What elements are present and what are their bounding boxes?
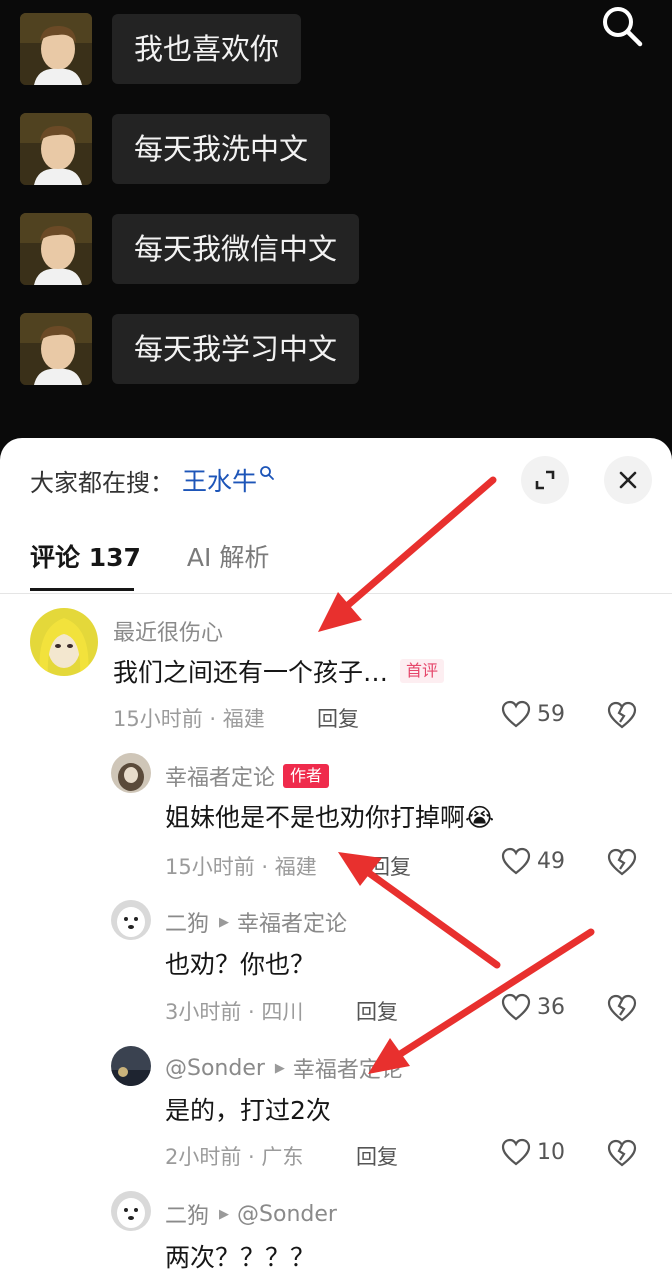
chat-bubble: 每天我学习中文	[112, 314, 360, 384]
like-button[interactable]: 36	[501, 993, 565, 1021]
avatar[interactable]	[111, 900, 151, 940]
broken-heart-icon[interactable]	[607, 1138, 637, 1168]
tab-comments[interactable]: 评论 137	[30, 538, 141, 578]
divider	[0, 593, 672, 594]
close-icon	[619, 471, 637, 489]
like-button[interactable]: 59	[501, 700, 565, 728]
expand-button[interactable]	[521, 456, 569, 504]
close-button[interactable]	[604, 456, 652, 504]
broken-heart-icon[interactable]	[607, 847, 637, 877]
avatar[interactable]	[30, 608, 98, 676]
broken-heart-icon[interactable]	[607, 993, 637, 1023]
comment-tabs: 评论 137 AI 解析	[30, 538, 315, 578]
broken-heart-icon[interactable]	[607, 700, 637, 730]
hot-search[interactable]: 大家都在搜： 王水牛	[30, 458, 275, 502]
reply-button[interactable]: 回复	[356, 1141, 398, 1171]
avatar	[20, 213, 92, 285]
chat-bubble: 我也喜欢你	[112, 14, 302, 84]
triangle-arrow-icon: ▶	[219, 914, 230, 930]
reply-button[interactable]: 回复	[369, 851, 411, 881]
author-name[interactable]: 二狗	[165, 1198, 209, 1230]
comment-text: 姐妹他是不是也劝你打掉啊😭	[165, 803, 495, 832]
author-name[interactable]: @Sonder	[165, 1056, 265, 1081]
expand-icon	[535, 470, 555, 490]
comment-text: 是的，打过2次	[165, 1096, 331, 1125]
heart-icon	[501, 700, 531, 728]
avatar[interactable]	[111, 1046, 151, 1086]
comment-meta: 2小时前 · 广东	[165, 1145, 304, 1169]
search-button[interactable]	[598, 2, 646, 50]
reply-button[interactable]: 回复	[356, 996, 398, 1026]
like-count: 10	[537, 1139, 565, 1165]
chat-bubble: 每天我洗中文	[112, 114, 331, 184]
reply-button[interactable]: 回复	[317, 703, 359, 733]
comment-author: @Sonder ▶ 幸福者定论	[165, 1052, 403, 1084]
chat-bubble: 每天我微信中文	[112, 214, 360, 284]
comment-text: 也劝？你也？	[165, 950, 316, 979]
triangle-arrow-icon: ▶	[274, 1060, 285, 1076]
like-button[interactable]: 10	[501, 1138, 565, 1166]
comment-text-body: 我们之间还有一个孩子…	[113, 658, 389, 687]
reply-to-name[interactable]: @Sonder	[237, 1202, 337, 1227]
comment-author: 二狗 ▶ 幸福者定论	[165, 906, 347, 938]
chat-message: 我也喜欢你	[20, 13, 302, 85]
author-name[interactable]: 二狗	[165, 906, 209, 938]
comment-meta: 15小时前 · 福建	[165, 855, 317, 879]
comment-author: 二狗 ▶ @Sonder	[165, 1198, 337, 1230]
hot-search-term[interactable]: 王水牛	[182, 462, 257, 498]
triangle-arrow-icon: ▶	[219, 1206, 230, 1222]
video-area[interactable]: 我也喜欢你 每天我洗中文 每天我微信中文 每天我学习中文	[0, 0, 672, 440]
author-badge: 作者	[283, 764, 330, 788]
tab-underline	[30, 588, 134, 591]
like-count: 59	[537, 701, 565, 727]
comment-meta: 15小时前 · 福建	[113, 707, 265, 731]
avatar[interactable]	[111, 1191, 151, 1231]
avatar	[20, 13, 92, 85]
comment-meta: 3小时前 · 四川	[165, 1000, 304, 1024]
like-count: 36	[537, 994, 565, 1020]
chat-message: 每天我学习中文	[20, 313, 360, 385]
reply-to-name[interactable]: 幸福者定论	[237, 906, 347, 938]
like-count: 49	[537, 848, 565, 874]
avatar	[20, 313, 92, 385]
comment-text: 两次？？？？	[165, 1243, 316, 1272]
reply-to-name[interactable]: 幸福者定论	[293, 1052, 403, 1084]
like-button[interactable]: 49	[501, 847, 565, 875]
comment-text: 我们之间还有一个孩子… 首评	[113, 653, 445, 689]
first-comment-badge: 首评	[400, 659, 445, 683]
chat-message: 每天我洗中文	[20, 113, 331, 185]
search-icon	[603, 7, 643, 47]
comment-author[interactable]: 最近很伤心	[113, 615, 223, 647]
comment-author: 幸福者定论 作者	[165, 760, 330, 792]
chat-message: 每天我微信中文	[20, 213, 360, 285]
avatar	[20, 113, 92, 185]
heart-icon	[501, 1138, 531, 1166]
author-name[interactable]: 幸福者定论	[165, 760, 275, 792]
avatar[interactable]	[111, 753, 151, 793]
tab-ai-analysis[interactable]: AI 解析	[187, 538, 269, 578]
heart-icon	[501, 847, 531, 875]
comment-sheet: 大家都在搜： 王水牛 评论 137 AI 解析 最近很伤心 我们之间还有一个孩子…	[0, 438, 672, 1280]
hot-search-prefix: 大家都在搜：	[30, 468, 174, 497]
search-icon	[260, 466, 274, 480]
heart-icon	[501, 993, 531, 1021]
